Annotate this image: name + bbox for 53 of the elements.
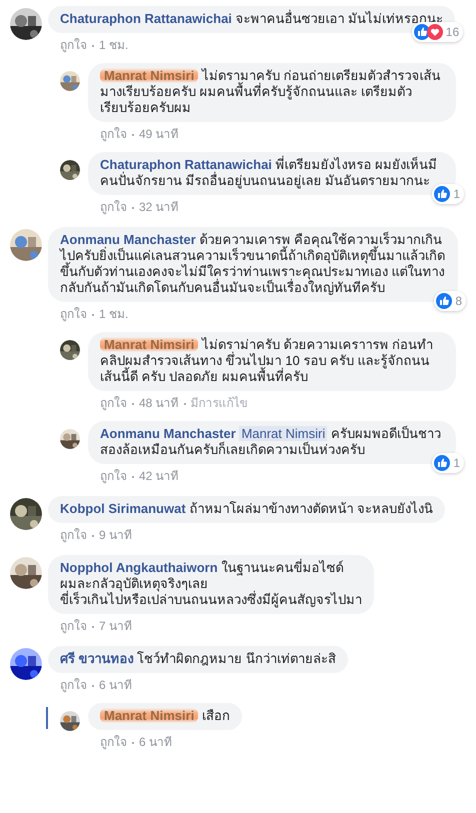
separator-dot bbox=[92, 44, 94, 46]
reaction-count[interactable]: 16 bbox=[412, 22, 464, 42]
separator-dot bbox=[132, 402, 134, 404]
author-link[interactable]: Manrat Nimsiri bbox=[100, 708, 198, 723]
author-link[interactable]: Aonmanu Manchaster bbox=[100, 426, 236, 441]
separator-dot bbox=[132, 134, 134, 136]
reaction-count[interactable]: 1 bbox=[432, 184, 464, 204]
author-link[interactable]: Chaturaphon Rattanawichai bbox=[60, 11, 232, 26]
timestamp-link[interactable]: 48 นาที bbox=[139, 396, 179, 411]
author-link[interactable]: Manrat Nimsiri bbox=[100, 68, 198, 83]
comment-text: Manrat Nimsiri เสือก bbox=[100, 708, 230, 724]
comment-text: ศรี ขวานทอง โชว์ทำผิดกฎหมาย นึกว่าเท่ตายล่ะสิ bbox=[60, 651, 336, 667]
comment-text: Manrat Nimsiri ไม่ดราม่าครับ ด้วยความเคราารพ ก่อนทำคลิปผมสำรวจเส้นทาง ขึ่วนไปมา 10 รอบ ครับ และรู้จักถนนเส้นนี้ดี ครับ ปลอดภัย ผมคนพื้นที่ครับ bbox=[100, 337, 434, 385]
separator-dot bbox=[132, 206, 134, 208]
timestamp-link[interactable]: 49 นาที bbox=[139, 127, 179, 142]
separator-dot bbox=[92, 626, 94, 628]
like-link[interactable]: ถูกใจ bbox=[60, 619, 87, 634]
separator-dot bbox=[92, 534, 94, 536]
separator-dot bbox=[92, 314, 94, 316]
edited-link[interactable]: มีการแก้ไข bbox=[190, 396, 248, 411]
author-link[interactable]: Manrat Nimsiri bbox=[100, 337, 198, 352]
author-link[interactable]: ศรี ขวานทอง bbox=[60, 651, 134, 666]
timestamp-link[interactable]: 6 นาที bbox=[139, 735, 172, 750]
separator-dot bbox=[92, 684, 94, 686]
timestamp-link[interactable]: 7 นาที bbox=[99, 619, 132, 634]
like-link[interactable]: ถูกใจ bbox=[60, 678, 87, 693]
like-link[interactable]: ถูกใจ bbox=[100, 127, 127, 142]
like-link[interactable]: ถูกใจ bbox=[60, 307, 87, 322]
separator-dot bbox=[184, 402, 186, 404]
timestamp-link[interactable]: 1 ชม. bbox=[99, 38, 128, 53]
like-link[interactable]: ถูกใจ bbox=[100, 396, 127, 411]
timestamp-link[interactable]: 9 นาที bbox=[99, 528, 132, 543]
author-link[interactable]: Kobpol Sirimanuwat bbox=[60, 501, 186, 516]
like-link[interactable]: ถูกใจ bbox=[100, 200, 127, 215]
separator-dot bbox=[132, 742, 134, 744]
like-link[interactable]: ถูกใจ bbox=[100, 469, 127, 484]
timestamp-link[interactable]: 32 นาที bbox=[139, 200, 179, 215]
reaction-count[interactable]: 1 bbox=[432, 453, 464, 473]
author-link[interactable]: Nopphol Angkauthaiworn bbox=[60, 560, 218, 575]
like-link[interactable]: ถูกใจ bbox=[60, 528, 87, 543]
comment-text: Manrat Nimsiri ไม่ดรามาครับ ก่อนถ่ายเตรียมตัวสำรวจเส้นมางเรียบร้อยครับ ผมคนพื้นที่ครับรู้จักถนนและ เตรียมตัวเรียบร้อยครับผม bbox=[100, 68, 442, 116]
timestamp-link[interactable]: 42 นาที bbox=[139, 469, 179, 484]
author-link[interactable]: Aonmanu Manchaster bbox=[60, 232, 196, 247]
separator-dot bbox=[132, 476, 134, 478]
comment-text: Kobpol Sirimanuwat ถ้าหมาโผล่มาข้างทางตัดหน้า จะหลบยังไงนิ bbox=[60, 501, 433, 517]
comment-text: Nopphol Angkauthaiworn ในฐานนะคนขี่มอไซด์ ผมละกลัวอุบัติเหตุจริงๆเลย ขี่เร็วเกินไปหรือเปล่าบนถนนหลวงซึ่งมีผู้คนสัญจรไปมา bbox=[60, 560, 362, 608]
timestamp-link[interactable]: 1 ชม. bbox=[99, 307, 128, 322]
timestamp-link[interactable]: 6 นาที bbox=[99, 678, 132, 693]
mention-link[interactable]: Manrat Nimsiri bbox=[239, 426, 328, 441]
like-link[interactable]: ถูกใจ bbox=[60, 38, 87, 53]
like-link[interactable]: ถูกใจ bbox=[100, 735, 127, 750]
author-link[interactable]: Chaturaphon Rattanawichai bbox=[100, 157, 272, 172]
reaction-count[interactable]: 8 bbox=[434, 291, 466, 311]
